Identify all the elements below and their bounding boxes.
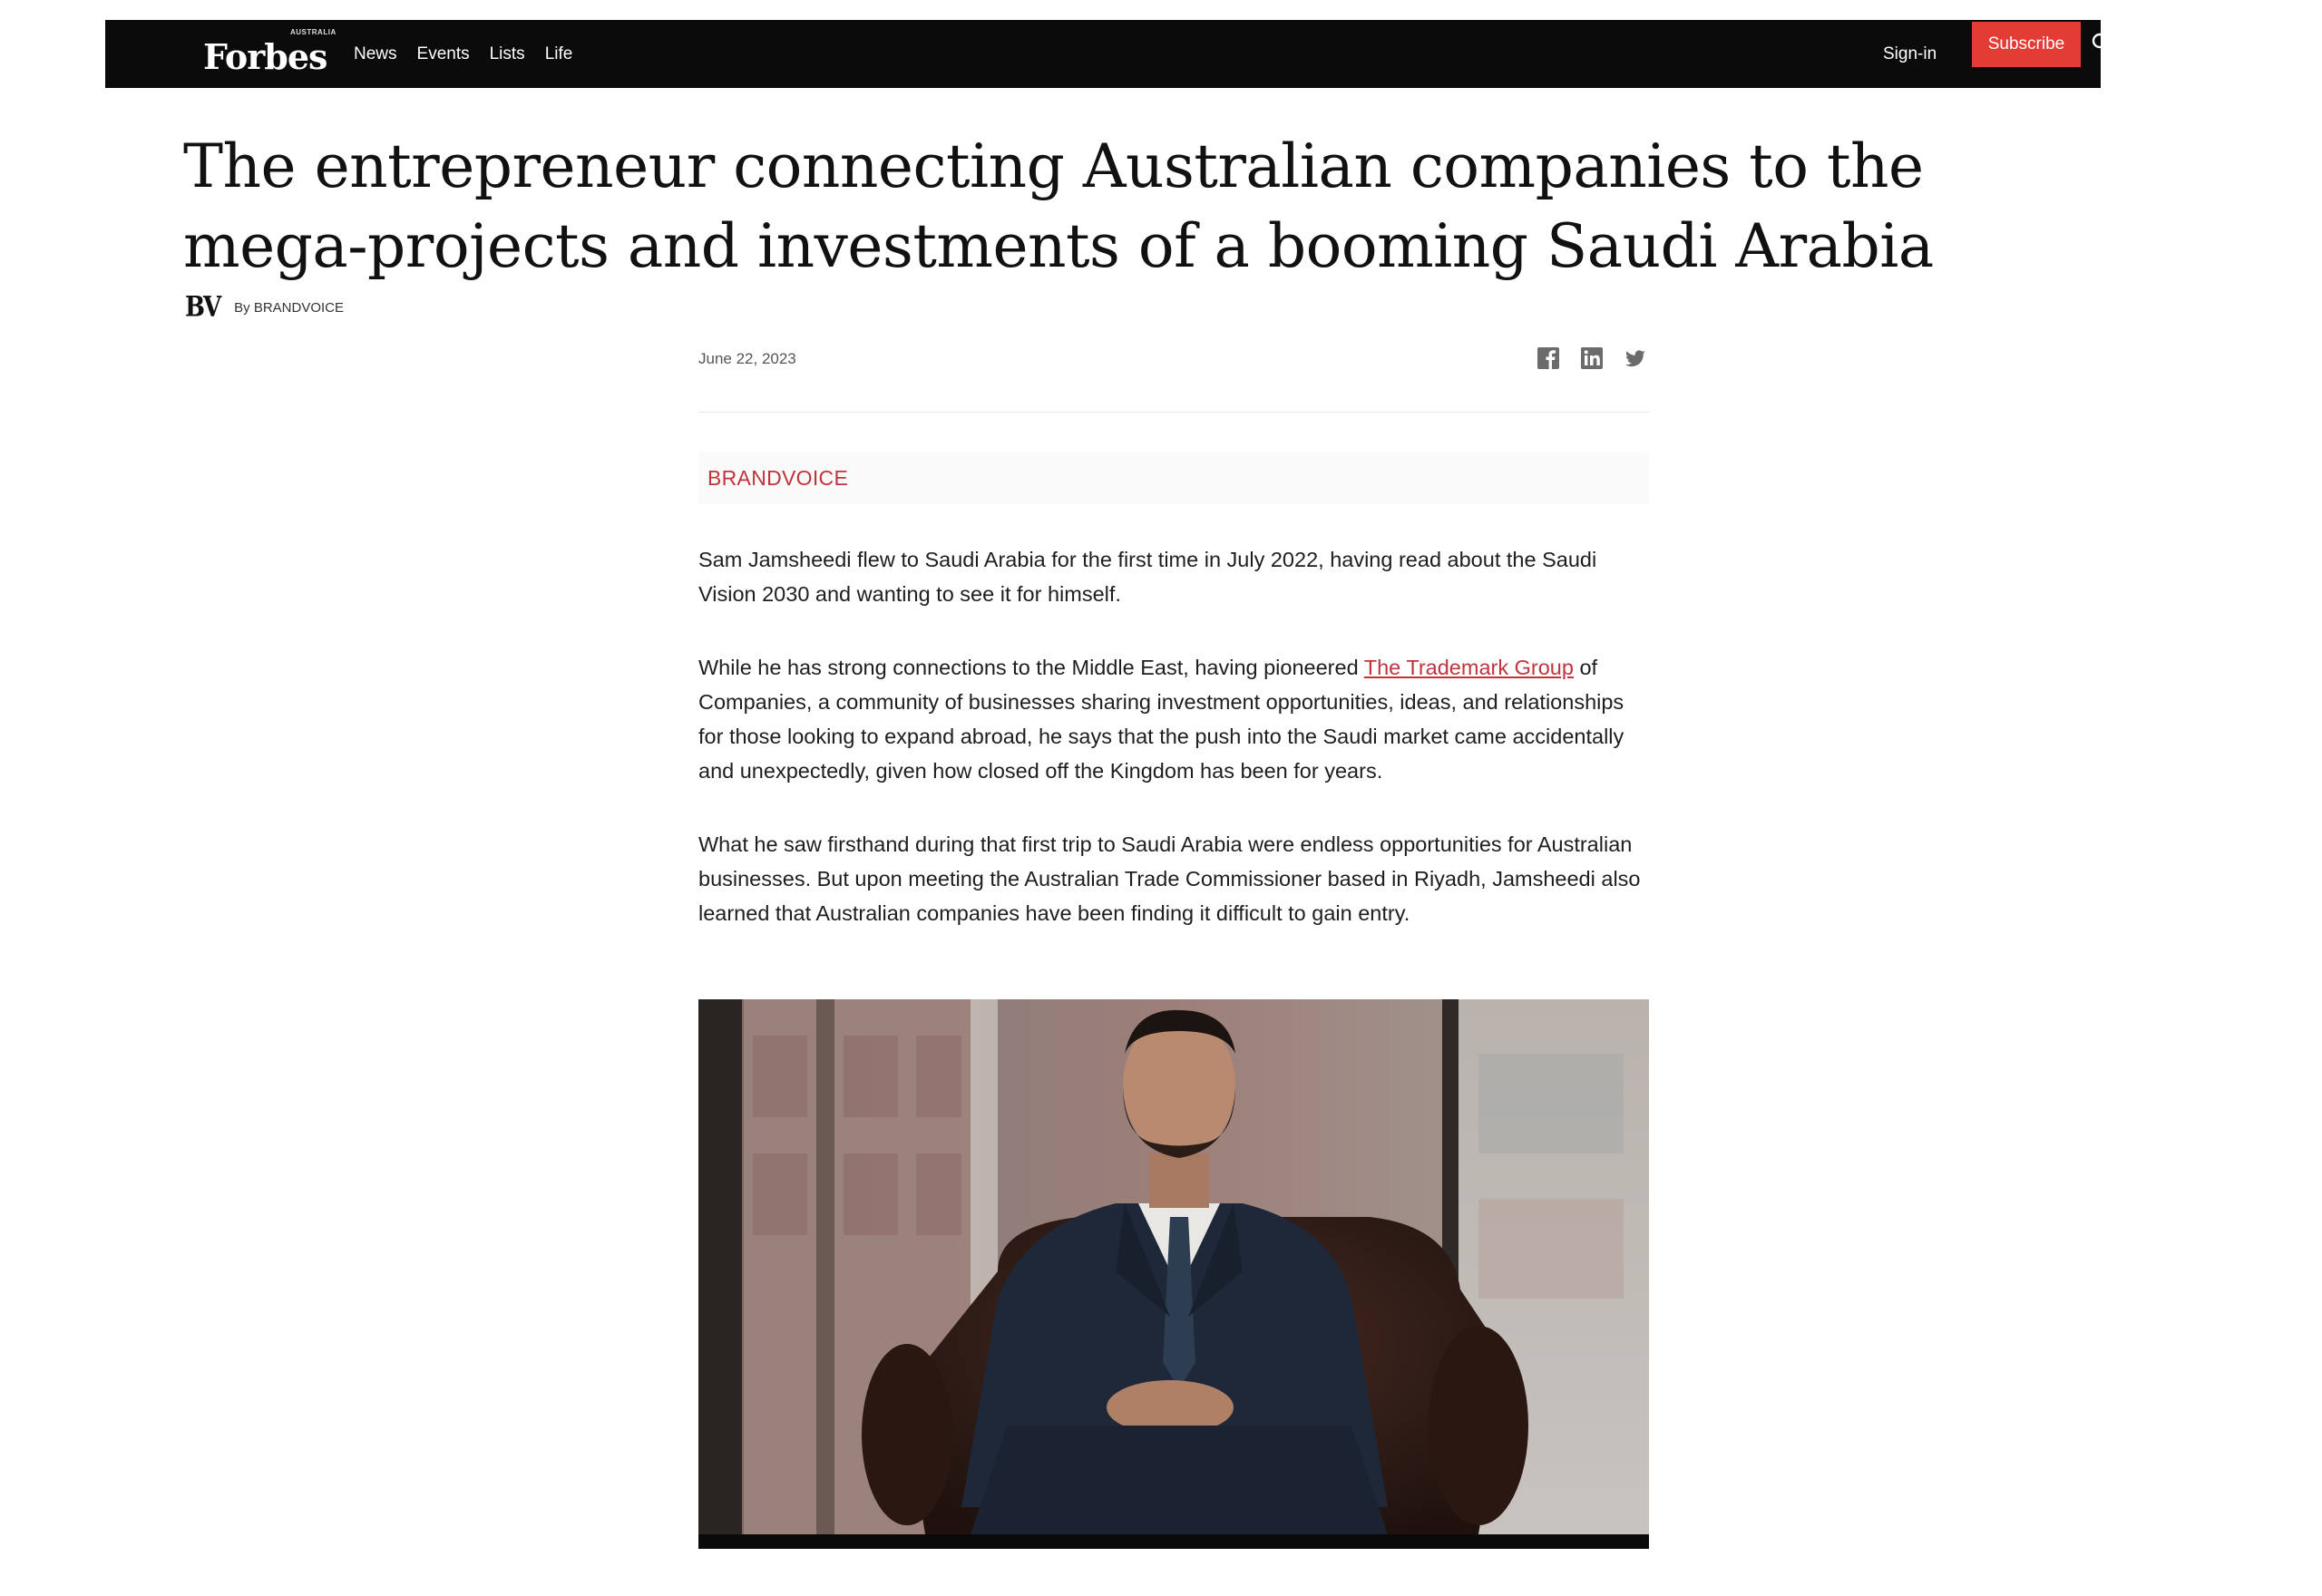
publish-date: June 22, 2023 (698, 350, 796, 367)
nav-news[interactable]: News (354, 44, 397, 64)
paragraph-3: What he saw firsthand during that first … (698, 832, 1641, 925)
byline: BV By BRANDVOICE (185, 291, 344, 324)
article-hero-image[interactable] (698, 999, 1649, 1549)
article-title: The entrepreneur connecting Australian c… (183, 131, 1934, 281)
paragraph-2: While he has strong connections to the M… (698, 650, 1649, 788)
subscribe-button[interactable]: Subscribe (1972, 22, 2081, 67)
logo-edition: AUSTRALIA (290, 28, 337, 36)
brandvoice-section-bar: BRANDVOICE (698, 452, 1649, 504)
article-body: Sam Jamsheedi flew to Saudi Arabia for t… (698, 542, 1649, 969)
paragraph-2-text-start: While he has strong connections to the M… (698, 656, 1364, 679)
trademark-group-link[interactable]: The Trademark Group (1364, 656, 1574, 679)
brandvoice-logo[interactable]: BV (185, 291, 221, 324)
nav-events[interactable]: Events (417, 44, 470, 64)
facebook-icon[interactable] (1537, 346, 1560, 370)
top-nav-bar: AUSTRALIA Forbes News Events Lists Life … (105, 20, 2111, 88)
main-nav: News Events Lists Life (354, 20, 572, 88)
share-icons (1537, 346, 1647, 370)
linkedin-icon[interactable] (1580, 346, 1604, 370)
nav-life[interactable]: Life (545, 44, 573, 64)
forbes-logo[interactable]: AUSTRALIA Forbes (203, 27, 336, 74)
brandvoice-label[interactable]: BRANDVOICE (707, 466, 848, 491)
twitter-icon[interactable] (1624, 346, 1647, 370)
search-icon[interactable] (2092, 33, 2112, 53)
signin-button[interactable]: Sign-in (1865, 20, 1955, 88)
paragraph-1: Sam Jamsheedi flew to Saudi Arabia for t… (698, 548, 1597, 606)
page: AUSTRALIA Forbes News Events Lists Life … (0, 0, 2322, 1596)
article-meta: June 22, 2023 (698, 345, 1649, 413)
byline-author[interactable]: By BRANDVOICE (234, 300, 344, 316)
nav-lists[interactable]: Lists (490, 44, 525, 64)
